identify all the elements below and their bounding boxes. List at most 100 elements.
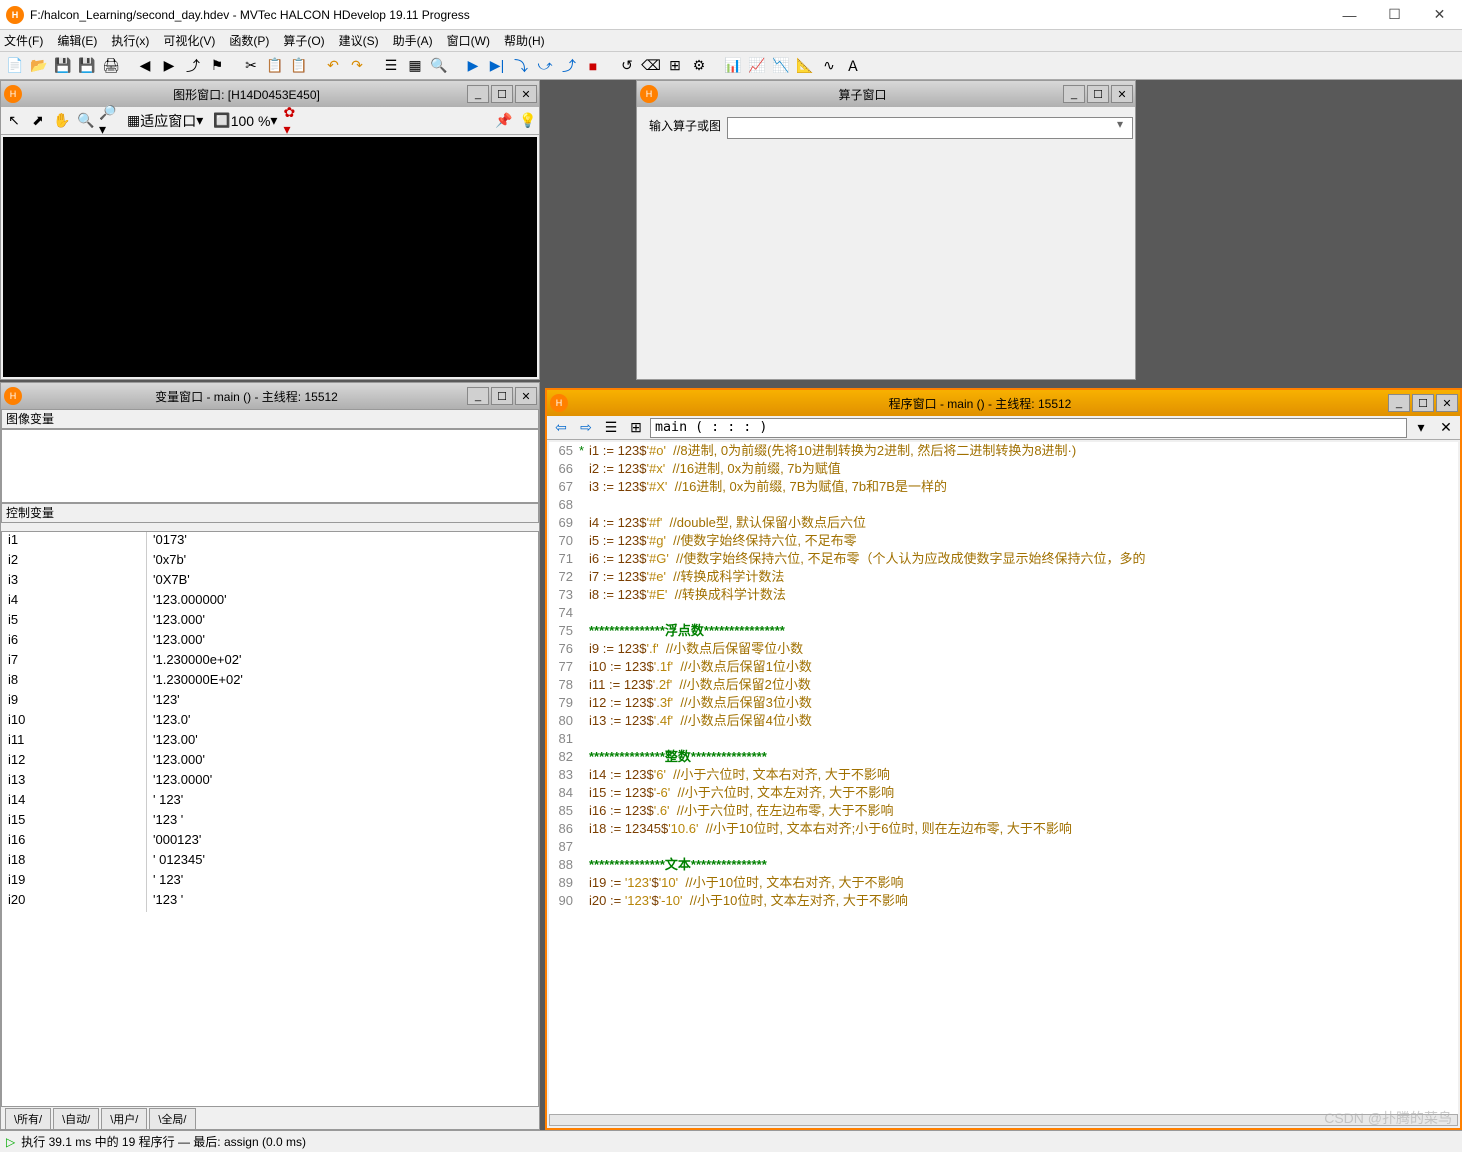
pin-icon[interactable]: 📌 <box>493 110 515 132</box>
table-row[interactable]: i13'123.0000' <box>2 772 538 792</box>
measure-icon[interactable]: 📐 <box>794 55 816 77</box>
tab-自动[interactable]: \自动/ <box>53 1108 99 1129</box>
back-icon[interactable]: ⇦ <box>550 417 572 439</box>
code-line[interactable]: 65*i1 := 123$'#o' //8进制, 0为前缀(先将10进制转换为2… <box>549 442 1458 460</box>
step-over-icon[interactable]: ⤻ <box>534 55 556 77</box>
color-icon[interactable]: ✿ ▾ <box>283 110 305 132</box>
find-icon[interactable]: 🔍 <box>428 55 450 77</box>
menu-item[interactable]: 帮助(H) <box>504 32 545 49</box>
panel-max-button[interactable]: ☐ <box>491 85 513 103</box>
print-icon[interactable]: 🖨 <box>100 55 122 77</box>
table-row[interactable]: i9'123' <box>2 692 538 712</box>
code-line[interactable]: 82 ***************整数*************** <box>549 748 1458 766</box>
profile-icon[interactable]: ∿ <box>818 55 840 77</box>
table-row[interactable]: i19' 123' <box>2 872 538 892</box>
tab-所有[interactable]: \所有/ <box>5 1108 51 1129</box>
variable-window-titlebar[interactable]: H 变量窗口 - main () - 主线程: 15512 _ ☐ ✕ <box>1 383 539 409</box>
close-tab-icon[interactable]: ✕ <box>1435 417 1457 439</box>
code-line[interactable]: 68 <box>549 496 1458 514</box>
code-line[interactable]: 73 i8 := 123$'#E' //转换成科学计数法 <box>549 586 1458 604</box>
code-editor[interactable]: 65*i1 := 123$'#o' //8进制, 0为前缀(先将10进制转换为2… <box>549 442 1458 1114</box>
horizontal-scrollbar[interactable] <box>549 1114 1458 1126</box>
save-all-icon[interactable]: 💾 <box>76 55 98 77</box>
settings-icon[interactable]: ⚙ <box>688 55 710 77</box>
menu-item[interactable]: 函数(P) <box>229 32 269 49</box>
code-line[interactable]: 89 i19 := '123'$'10' //小于10位时, 文本右对齐, 大于… <box>549 874 1458 892</box>
cut-icon[interactable]: ✂ <box>240 55 262 77</box>
copy-icon[interactable]: 📋 <box>264 55 286 77</box>
run-icon[interactable]: ▶ <box>462 55 484 77</box>
jump-icon[interactable]: ⤴ <box>182 55 204 77</box>
code-line[interactable]: 79 i12 := 123$'.3f' //小数点后保留3位小数 <box>549 694 1458 712</box>
program-window-titlebar[interactable]: H 程序窗口 - main () - 主线程: 15512 _ ☐ ✕ <box>547 390 1460 416</box>
open-icon[interactable]: 📂 <box>28 55 50 77</box>
code-line[interactable]: 90 i20 := '123'$'-10' //小于10位时, 文本左对齐, 大… <box>549 892 1458 910</box>
code-line[interactable]: 81 <box>549 730 1458 748</box>
paste-icon[interactable]: 📋 <box>288 55 310 77</box>
step-out-icon[interactable]: ⤴ <box>558 55 580 77</box>
table-row[interactable]: i16'000123' <box>2 832 538 852</box>
code-line[interactable]: 78 i11 := 123$'.2f' //小数点后保留2位小数 <box>549 676 1458 694</box>
tree-icon[interactable]: ⊞ <box>625 417 647 439</box>
table-row[interactable]: i8'1.230000E+02' <box>2 672 538 692</box>
tab-用户[interactable]: \用户/ <box>101 1108 147 1129</box>
table-row[interactable]: i2'0x7b' <box>2 552 538 572</box>
proc-icon[interactable]: ☰ <box>600 417 622 439</box>
step-icon[interactable]: ▶| <box>486 55 508 77</box>
code-line[interactable]: 85 i16 := 123$'.6' //小于六位时, 在左边布零, 大于不影响 <box>549 802 1458 820</box>
panel-close-button[interactable]: ✕ <box>1436 394 1458 412</box>
panel-max-button[interactable]: ☐ <box>491 387 513 405</box>
table-row[interactable]: i6'123.000' <box>2 632 538 652</box>
window-icon[interactable]: ⊞ <box>664 55 686 77</box>
table-row[interactable]: i1'0173' <box>2 532 538 552</box>
bookmark-icon[interactable]: ⚑ <box>206 55 228 77</box>
code-line[interactable]: 84 i15 := 123$'-6' //小于六位时, 文本左对齐, 大于不影响 <box>549 784 1458 802</box>
save-icon[interactable]: 💾 <box>52 55 74 77</box>
menu-item[interactable]: 助手(A) <box>393 32 433 49</box>
code-line[interactable]: 69 i4 := 123$'#f' //double型, 默认保留小数点后六位 <box>549 514 1458 532</box>
new-icon[interactable]: 📄 <box>4 55 26 77</box>
panel-min-button[interactable]: _ <box>1063 85 1085 103</box>
menu-item[interactable]: 文件(F) <box>4 32 43 49</box>
fit-window-button[interactable]: ▦ 适应窗口 ▾ <box>123 110 207 132</box>
code-line[interactable]: 66 i2 := 123$'#x' //16进制, 0x为前缀, 7b为赋值 <box>549 460 1458 478</box>
menu-item[interactable]: 编辑(E) <box>57 32 97 49</box>
stop-icon[interactable]: ■ <box>582 55 604 77</box>
histogram-icon[interactable]: 📉 <box>770 55 792 77</box>
menu-item[interactable]: 可视化(V) <box>163 32 215 49</box>
panel-min-button[interactable]: _ <box>1388 394 1410 412</box>
bulb-icon[interactable]: 💡 <box>517 110 539 132</box>
tab-全局[interactable]: \全局/ <box>149 1108 195 1129</box>
text-icon[interactable]: Ａ <box>842 55 864 77</box>
maximize-button[interactable]: ☐ <box>1372 0 1417 30</box>
table-row[interactable]: i12'123.000' <box>2 752 538 772</box>
redo-icon[interactable]: ↷ <box>346 55 368 77</box>
graphics-canvas[interactable] <box>3 137 537 377</box>
code-line[interactable]: 88 ***************文本*************** <box>549 856 1458 874</box>
undo-icon[interactable]: ↶ <box>322 55 344 77</box>
panel-max-button[interactable]: ☐ <box>1087 85 1109 103</box>
chart2-icon[interactable]: 📈 <box>746 55 768 77</box>
image-vars-area[interactable] <box>1 429 539 503</box>
table-row[interactable]: i20'123 ' <box>2 892 538 912</box>
panel-min-button[interactable]: _ <box>467 85 489 103</box>
operator-input[interactable] <box>727 117 1133 139</box>
table-row[interactable]: i7'1.230000e+02' <box>2 652 538 672</box>
dropdown-icon[interactable]: ▾ <box>1117 117 1123 131</box>
panel-max-button[interactable]: ☐ <box>1412 394 1434 412</box>
zoom-icon[interactable]: 🔍 <box>75 110 97 132</box>
code-line[interactable]: 72 i7 := 123$'#e' //转换成科学计数法 <box>549 568 1458 586</box>
table-row[interactable]: i14' 123' <box>2 792 538 812</box>
location-field[interactable] <box>650 418 1407 438</box>
code-line[interactable]: 87 <box>549 838 1458 856</box>
code-line[interactable]: 80 i13 := 123$'.4f' //小数点后保留4位小数 <box>549 712 1458 730</box>
graphics-window-titlebar[interactable]: H 图形窗口: [H14D0453E450] _ ☐ ✕ <box>1 81 539 107</box>
pointer-icon[interactable]: ↖ <box>3 110 25 132</box>
forward-icon[interactable]: ⇨ <box>575 417 597 439</box>
menu-item[interactable]: 执行(x) <box>111 32 149 49</box>
panel-close-button[interactable]: ✕ <box>1111 85 1133 103</box>
code-line[interactable]: 75 ***************浮点数**************** <box>549 622 1458 640</box>
inspect-icon[interactable]: 🔎▾ <box>99 110 121 132</box>
step-into-icon[interactable]: ⤵ <box>510 55 532 77</box>
prev-icon[interactable]: ◀ <box>134 55 156 77</box>
